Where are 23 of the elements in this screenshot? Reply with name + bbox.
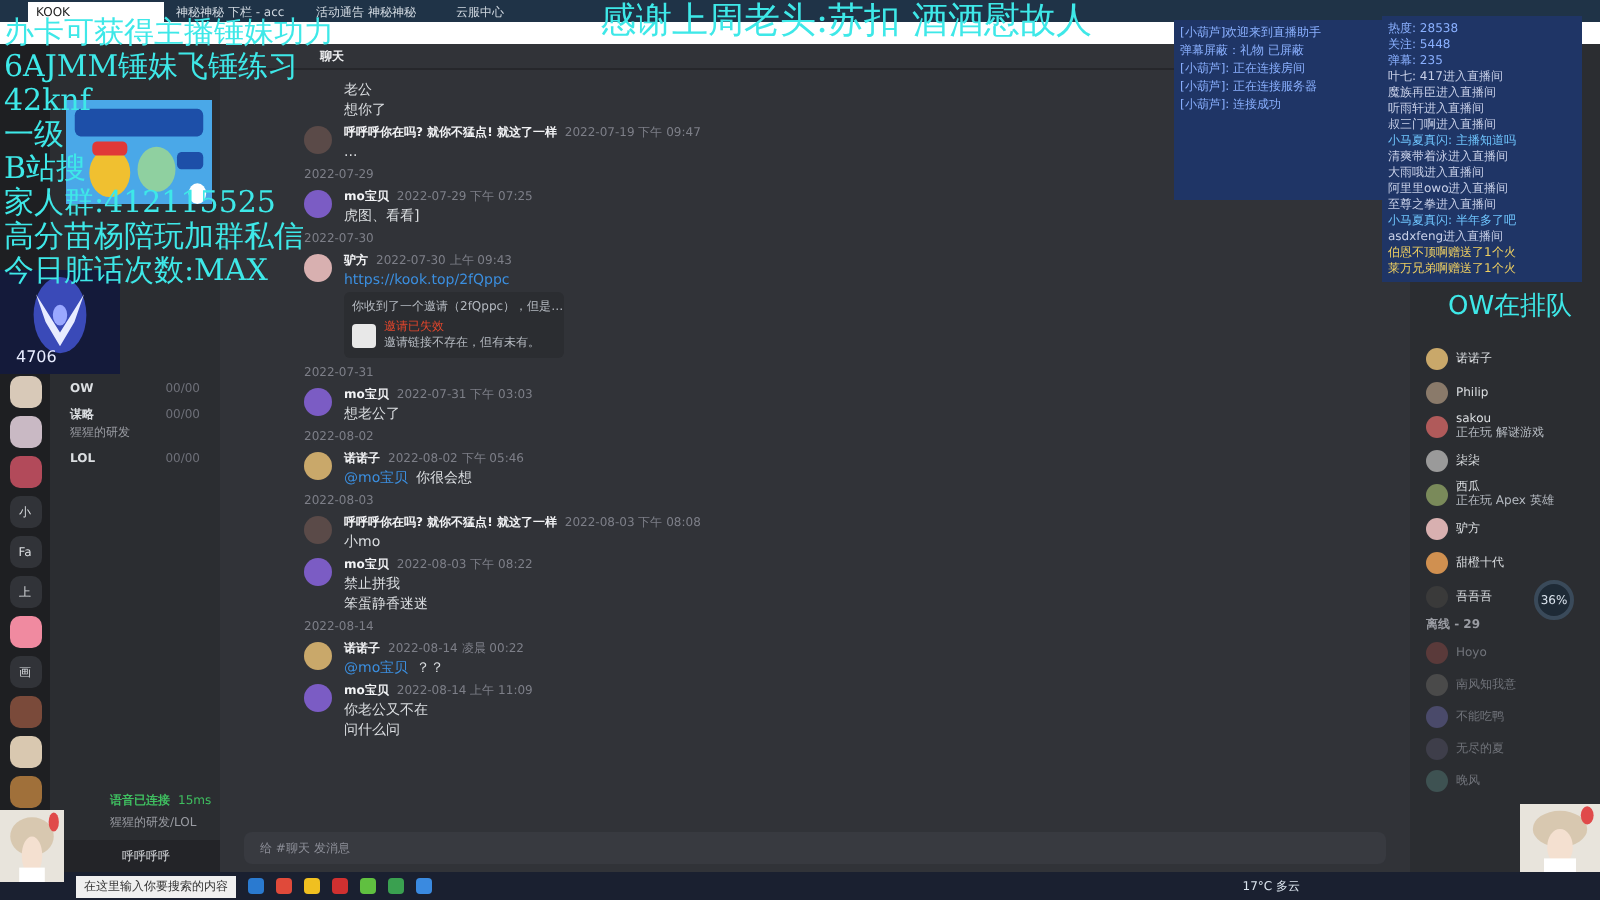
- member-avatar[interactable]: [1426, 551, 1448, 573]
- member-avatar[interactable]: [1426, 483, 1448, 505]
- user-avatar[interactable]: [304, 452, 332, 480]
- rank-score: 4706: [16, 346, 57, 370]
- overlay-text: 6AJMM锤妹飞锤练习: [4, 50, 299, 84]
- server-avatar[interactable]: [9, 376, 41, 408]
- user-avatar[interactable]: [304, 254, 332, 282]
- overlay-text: 42knf: [4, 84, 91, 118]
- server-avatar[interactable]: [9, 616, 41, 648]
- overlay-text: 高分苗杨陪玩加群私信: [4, 220, 304, 254]
- server-avatar[interactable]: [9, 736, 41, 768]
- member-avatar[interactable]: [1426, 415, 1448, 437]
- overlay-text: 一级: [4, 118, 64, 152]
- queue-status: OW在排队: [1448, 292, 1573, 322]
- overlay-text: 今日脏话次数:MAX: [4, 254, 268, 288]
- overlay-text: 办卡可获得主播锤妹功力: [4, 16, 334, 50]
- member-avatar[interactable]: [1426, 347, 1448, 369]
- member-avatar[interactable]: [1426, 449, 1448, 471]
- user-avatar[interactable]: [304, 642, 332, 670]
- member-avatar[interactable]: [1426, 381, 1448, 403]
- member-avatar[interactable]: [1426, 517, 1448, 539]
- invite-icon: [352, 323, 376, 347]
- server-avatar[interactable]: [9, 416, 41, 448]
